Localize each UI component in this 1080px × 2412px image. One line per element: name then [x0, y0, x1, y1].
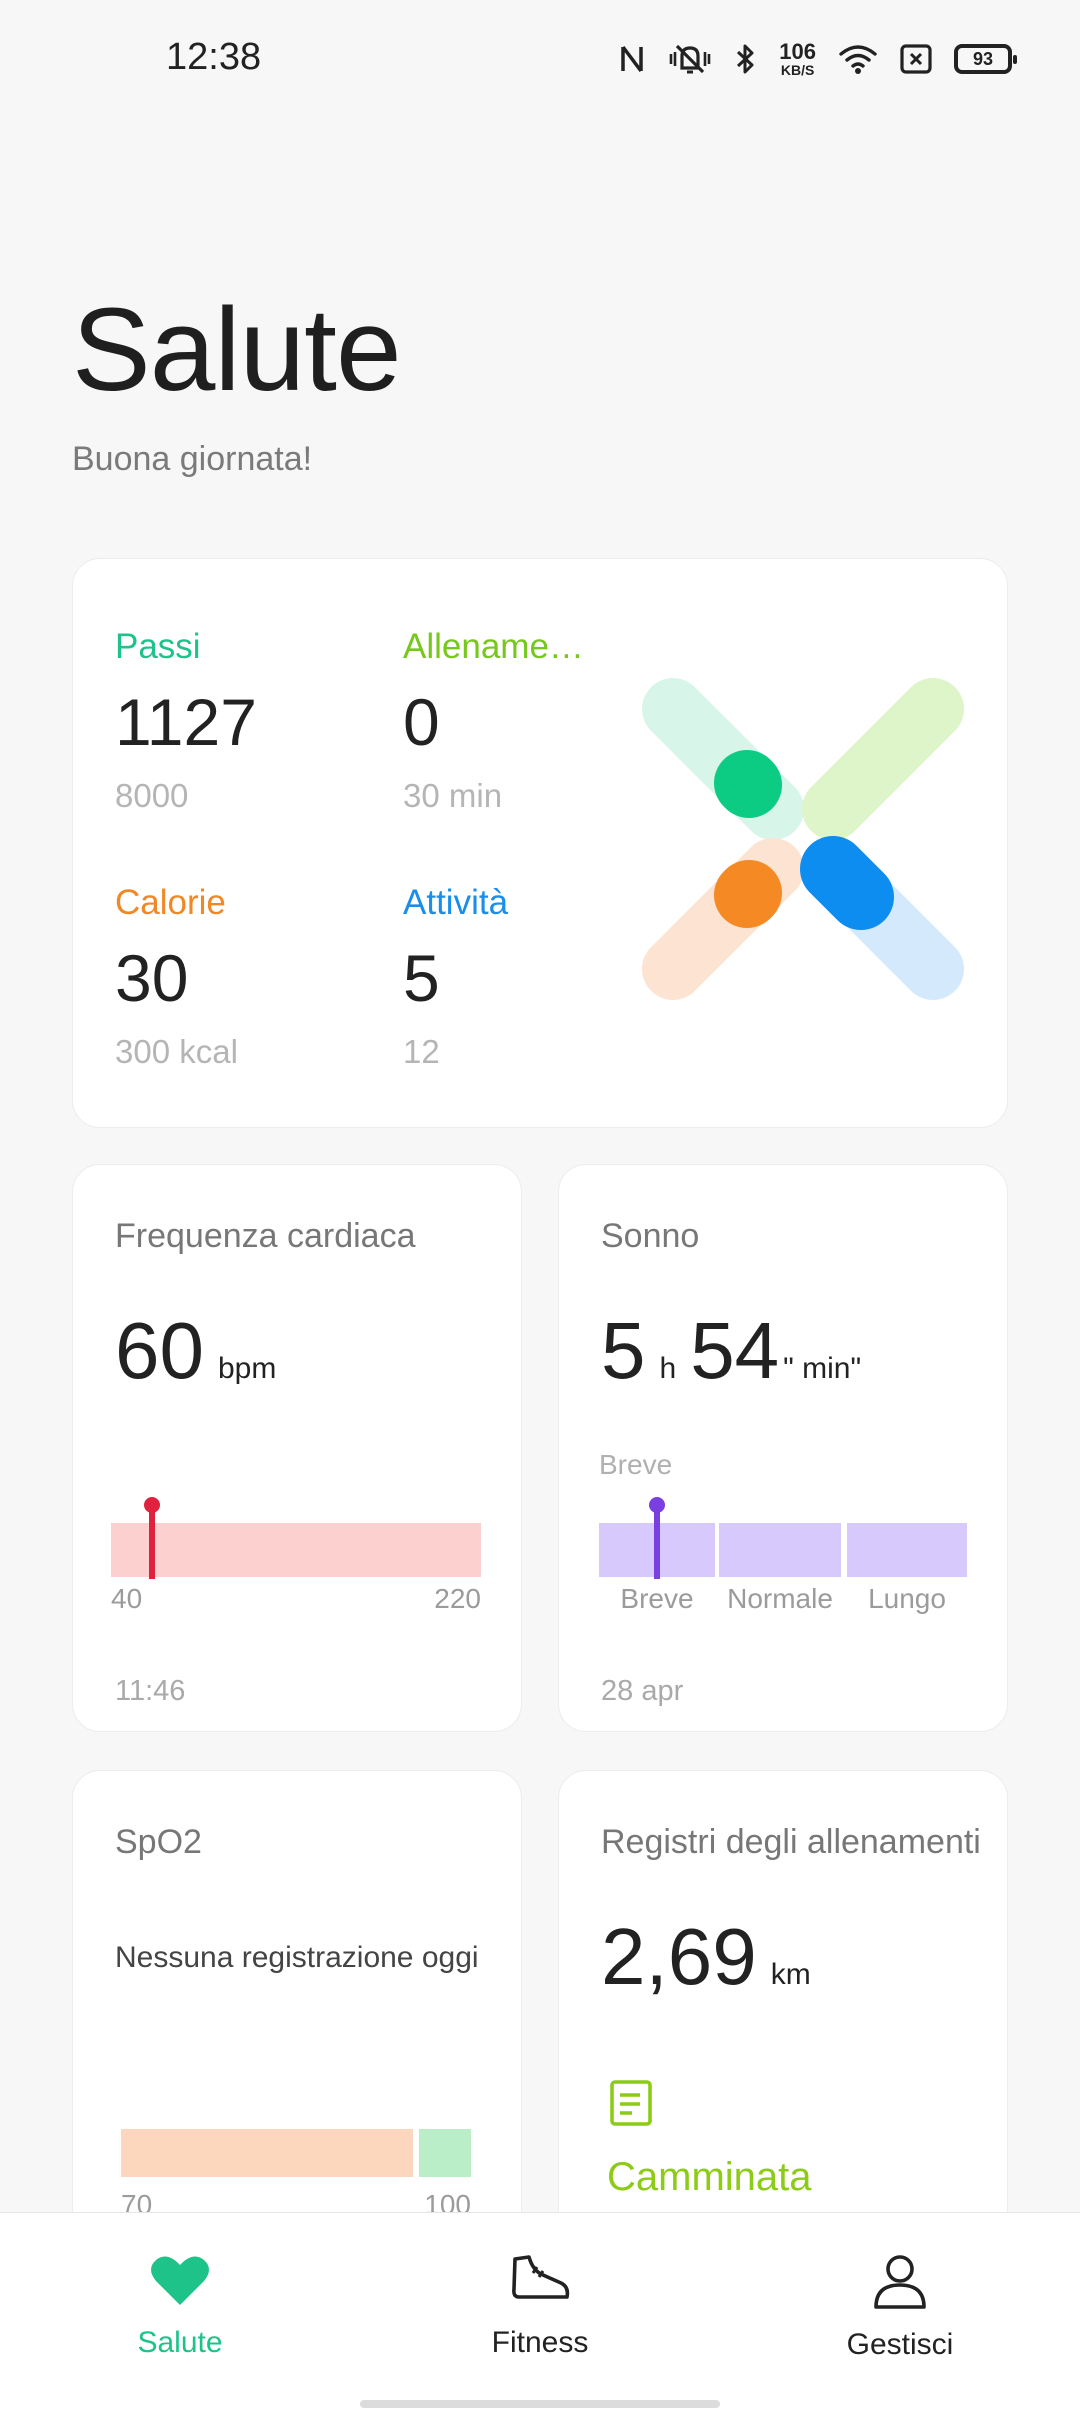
- greeting-text: Buona giornata!: [72, 440, 313, 478]
- heart-rate-title: Frequenza cardiaca: [115, 1217, 416, 1255]
- workout-distance: 2,69 km: [601, 1911, 825, 2003]
- calories-label: Calorie: [115, 883, 226, 922]
- calories-metric[interactable]: Calorie 30 300 kcal: [115, 883, 238, 1071]
- page-title: Salute: [72, 284, 402, 416]
- heart-rate-min: 40: [111, 1583, 143, 1614]
- workout-distance-value: 2,69: [601, 1912, 757, 2001]
- spo2-range-low: [121, 2129, 413, 2177]
- shoe-icon: [509, 2253, 571, 2312]
- activity-summary-card[interactable]: Passi 1127 8000 Allename… 0 30 min Calor…: [72, 558, 1008, 1128]
- activity-goal: 12: [403, 1033, 440, 1070]
- heart-icon: [150, 2253, 210, 2312]
- home-indicator: [360, 2400, 720, 2408]
- workout-metric[interactable]: Allename… 0 30 min: [403, 627, 584, 815]
- battery-level: 93: [972, 48, 994, 69]
- spo2-title: SpO2: [115, 1823, 202, 1861]
- workout-record-icon: [609, 2079, 653, 2132]
- status-icons: 106 KB/S 93: [619, 34, 1017, 84]
- sleep-minutes-unit: " min": [783, 1352, 862, 1385]
- activity-progress-graphic: [642, 678, 964, 1000]
- spo2-range-high: [419, 2129, 471, 2177]
- sleep-hours-unit: h: [659, 1352, 677, 1385]
- steps-label: Passi: [115, 627, 201, 666]
- workout-activity-type: Camminata: [607, 2155, 812, 2199]
- bluetooth-icon: [735, 43, 757, 75]
- status-bar: 12:38 106 KB/S 93: [0, 0, 1080, 120]
- workout-distance-unit: km: [770, 1958, 811, 1991]
- workout-track: [802, 678, 964, 840]
- sleep-segment-long: [847, 1523, 967, 1577]
- workout-goal: 30 min: [403, 777, 503, 814]
- nav-label-fitness: Fitness: [491, 2326, 589, 2359]
- sleep-current-label: Breve: [599, 1449, 673, 1480]
- nav-label-salute: Salute: [137, 2326, 223, 2359]
- heart-rate-max: 220: [434, 1583, 481, 1614]
- network-speed-unit: KB/S: [780, 62, 815, 78]
- bottom-navigation: Salute Fitness Gestisci: [0, 2212, 1080, 2412]
- sleep-marker: [649, 1497, 665, 1579]
- sleep-segment-label-normal: Normale: [727, 1583, 833, 1614]
- sleep-card[interactable]: Sonno 5 h 54 " min" Breve Breve Normale …: [558, 1164, 1008, 1732]
- heart-rate-time: 11:46: [115, 1675, 186, 1707]
- heart-rate-value: 60: [115, 1306, 204, 1395]
- network-speed-value: 106: [779, 39, 816, 64]
- steps-goal: 8000: [115, 777, 189, 814]
- activity-value: 5: [403, 941, 440, 1015]
- heart-rate-reading: 60 bpm: [115, 1305, 290, 1397]
- workout-value: 0: [403, 685, 440, 759]
- sleep-date: 28 apr: [601, 1675, 684, 1707]
- workout-label: Allename…: [403, 627, 584, 666]
- sleep-duration: 5 h 54 " min": [601, 1305, 875, 1397]
- calories-value: 30: [115, 941, 189, 1015]
- sleep-hours: 5: [601, 1306, 646, 1395]
- spo2-message: Nessuna registrazione oggi: [115, 1941, 479, 1974]
- nav-item-fitness[interactable]: Fitness: [420, 2253, 660, 2360]
- heart-rate-card[interactable]: Frequenza cardiaca 60 bpm 40 220 11:46: [72, 1164, 522, 1732]
- heart-rate-unit: bpm: [217, 1352, 277, 1385]
- nfc-icon: [619, 44, 645, 74]
- activity-metric[interactable]: Attività 5 12: [403, 883, 508, 1071]
- nav-item-gestisci[interactable]: Gestisci: [780, 2253, 1020, 2362]
- steps-progress: [714, 750, 782, 818]
- vibrate-mute-icon: [667, 42, 713, 76]
- person-icon: [871, 2253, 929, 2314]
- activity-label: Attività: [403, 883, 509, 922]
- calories-progress: [714, 860, 782, 928]
- heart-rate-range-bar: [111, 1523, 481, 1577]
- workout-records-title: Registri degli allenamenti: [601, 1823, 981, 1861]
- nav-item-salute[interactable]: Salute: [60, 2253, 300, 2360]
- sleep-segment-label-short: Breve: [620, 1583, 694, 1614]
- sim-off-icon: [900, 44, 932, 74]
- wifi-icon: [838, 43, 878, 75]
- steps-value: 1127: [115, 685, 257, 759]
- heart-rate-marker: [143, 1497, 160, 1579]
- activity-progress: [800, 836, 894, 930]
- sleep-minutes: 54: [690, 1306, 780, 1395]
- steps-metric[interactable]: Passi 1127 8000: [115, 627, 257, 815]
- sleep-title: Sonno: [601, 1217, 700, 1255]
- sleep-segment-label-long: Lungo: [868, 1583, 946, 1614]
- nav-label-gestisci: Gestisci: [846, 2328, 954, 2361]
- network-speed: 106 KB/S: [779, 39, 816, 78]
- sleep-segment-normal: [719, 1523, 841, 1577]
- health-screen: 12:38 106 KB/S 93 Salute Buona giornata!…: [0, 0, 1080, 2412]
- calories-goal: 300 kcal: [115, 1033, 238, 1070]
- status-time: 12:38: [166, 36, 262, 78]
- battery-icon: 93: [954, 44, 1017, 74]
